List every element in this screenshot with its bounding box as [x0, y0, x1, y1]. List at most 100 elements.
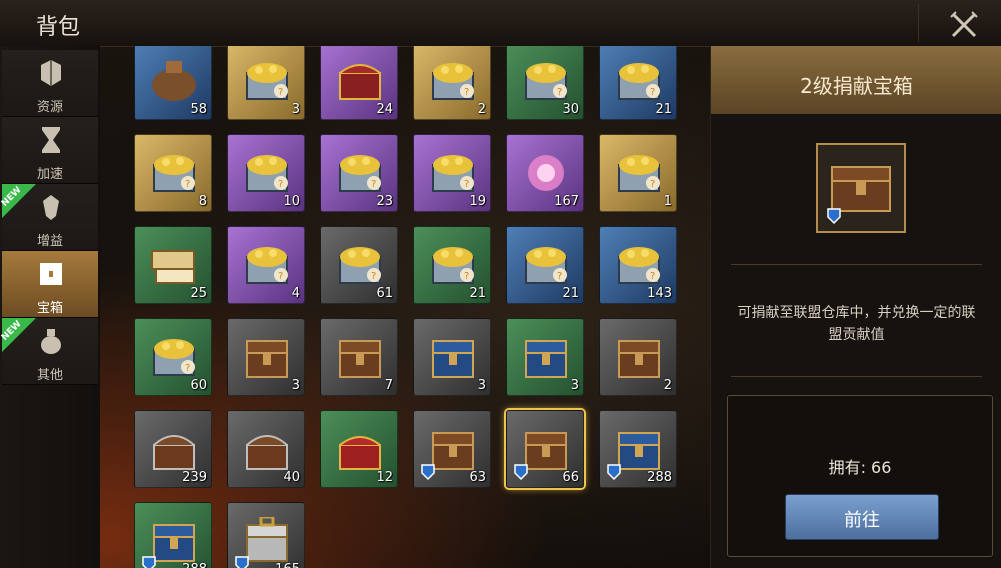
- svg-text:?: ?: [185, 363, 190, 374]
- inventory-slot[interactable]: 3: [227, 318, 305, 396]
- sidebar-tab[interactable]: 其他 NEW: [0, 318, 98, 385]
- gold-chest-icon: ?: [618, 247, 660, 284]
- divider-bottom: [731, 376, 982, 377]
- gold-chest-icon: ?: [432, 155, 474, 192]
- inventory-slot[interactable]: ? 21: [413, 226, 491, 304]
- ornate-chest-icon: [339, 64, 381, 100]
- round-chest-icon: [153, 435, 195, 470]
- inventory-slot[interactable]: ? 23: [320, 134, 398, 212]
- alliance-badge-icon: [235, 556, 249, 568]
- inventory-slot[interactable]: 58: [134, 46, 212, 120]
- inventory-slot[interactable]: ? 30: [506, 46, 584, 120]
- book-chest-icon: [151, 250, 195, 284]
- inventory-slot[interactable]: 12: [320, 410, 398, 488]
- item-count: 239: [182, 470, 207, 485]
- inventory-slot[interactable]: 239: [134, 410, 212, 488]
- inventory-slot[interactable]: ? 21: [506, 226, 584, 304]
- item-count: 8: [198, 194, 207, 209]
- item-count: 21: [562, 286, 579, 301]
- item-count: 7: [384, 378, 393, 393]
- cube-icon: [41, 60, 61, 86]
- alliance-badge-icon: [607, 464, 621, 481]
- inventory-slot[interactable]: 7: [320, 318, 398, 396]
- inventory-slot[interactable]: 63: [413, 410, 491, 488]
- top-bar: 背包: [0, 0, 1001, 47]
- alliance-badge-icon: [421, 464, 435, 481]
- svg-text:?: ?: [650, 179, 655, 190]
- sidebar-tab[interactable]: 增益 NEW: [0, 184, 98, 251]
- item-count: 3: [570, 378, 579, 393]
- item-count: 19: [469, 194, 486, 209]
- inventory-slot[interactable]: 24: [320, 46, 398, 120]
- inventory-slot[interactable]: 288: [599, 410, 677, 488]
- inventory-slot[interactable]: 40: [227, 410, 305, 488]
- alliance-badge-icon: [142, 556, 156, 568]
- gold-chest-icon: ?: [246, 63, 288, 100]
- svg-text:?: ?: [278, 179, 283, 190]
- inventory-slot[interactable]: 66: [506, 410, 584, 488]
- item-count: 288: [647, 470, 672, 485]
- inventory-slot[interactable]: ? 2: [413, 46, 491, 120]
- inventory-slot[interactable]: ? 19: [413, 134, 491, 212]
- inventory-slot[interactable]: ? 8: [134, 134, 212, 212]
- gold-chest-icon: ?: [618, 155, 660, 192]
- item-count: 143: [647, 286, 672, 301]
- inventory-slot[interactable]: ? 143: [599, 226, 677, 304]
- detail-title: 2级捐献宝箱: [800, 74, 913, 98]
- close-icon[interactable]: [948, 9, 980, 41]
- inventory-slot[interactable]: 25: [134, 226, 212, 304]
- sidebar-tab-label: 资源: [36, 100, 63, 115]
- sidebar-tab-label: 增益: [36, 234, 63, 249]
- sack-icon: [152, 61, 196, 101]
- red-chest-icon: [339, 436, 381, 470]
- sidebar-tab[interactable]: 加速: [2, 117, 98, 184]
- sidebar-tab[interactable]: 资源: [2, 50, 98, 117]
- gold-chest-icon: ?: [153, 339, 195, 376]
- alliance-badge-icon: [827, 208, 841, 225]
- inventory-slot[interactable]: 3: [413, 318, 491, 396]
- svg-text:?: ?: [650, 271, 655, 282]
- blue-chest-icon: [525, 340, 567, 378]
- item-count: 10: [283, 194, 300, 209]
- round-chest-icon: [246, 435, 288, 470]
- sidebar-tab-label: 宝箱: [36, 301, 63, 316]
- inventory-slot[interactable]: ? 21: [599, 46, 677, 120]
- gold-chest-icon: ?: [339, 247, 381, 284]
- inventory-slot[interactable]: ? 61: [320, 226, 398, 304]
- item-count: 21: [469, 286, 486, 301]
- item-count: 4: [291, 286, 300, 301]
- item-count: 3: [477, 378, 486, 393]
- item-count: 66: [562, 470, 579, 485]
- inventory-slot[interactable]: ? 10: [227, 134, 305, 212]
- gold-chest-icon: ?: [246, 247, 288, 284]
- bag-icon: [41, 329, 61, 354]
- inventory-slot[interactable]: 288: [134, 502, 212, 568]
- sidebar-tab[interactable]: 宝箱: [2, 251, 98, 318]
- item-count: 3: [291, 378, 300, 393]
- inventory-slot[interactable]: 2: [599, 318, 677, 396]
- inventory-slot[interactable]: ? 1: [599, 134, 677, 212]
- chest-icon: [40, 263, 62, 285]
- wood-chest-icon: [246, 340, 288, 378]
- inventory-slot[interactable]: 3: [506, 318, 584, 396]
- item-count: 2: [663, 378, 672, 393]
- svg-text:?: ?: [464, 271, 469, 282]
- sidebar-tab-label: 其他: [36, 368, 63, 383]
- gold-chest-icon: ?: [525, 63, 567, 100]
- svg-text:?: ?: [278, 271, 283, 282]
- detail-description: 可捐献至联盟仓库中，并兑换一定的联盟贡献值: [737, 305, 976, 343]
- gold-chest-icon: ?: [432, 247, 474, 284]
- wood-chest-icon: [339, 340, 381, 378]
- crest-icon: [43, 195, 59, 220]
- item-count: 23: [376, 194, 393, 209]
- blue-chest-icon: [432, 340, 474, 378]
- item-count: 21: [655, 102, 672, 117]
- svg-text:?: ?: [185, 179, 190, 190]
- inventory-slot[interactable]: ? 4: [227, 226, 305, 304]
- go-button[interactable]: 前往: [786, 495, 938, 539]
- inventory-slot[interactable]: 167: [506, 134, 584, 212]
- inventory-slot[interactable]: 165: [227, 502, 305, 568]
- inventory-slot[interactable]: ? 60: [134, 318, 212, 396]
- inventory-slot[interactable]: ? 3: [227, 46, 305, 120]
- inventory-grid: 58? 3 24? 2? 30? 21? 8? 10? 23? 19 167? 1 25? 4? 61? 21…: [100, 46, 708, 568]
